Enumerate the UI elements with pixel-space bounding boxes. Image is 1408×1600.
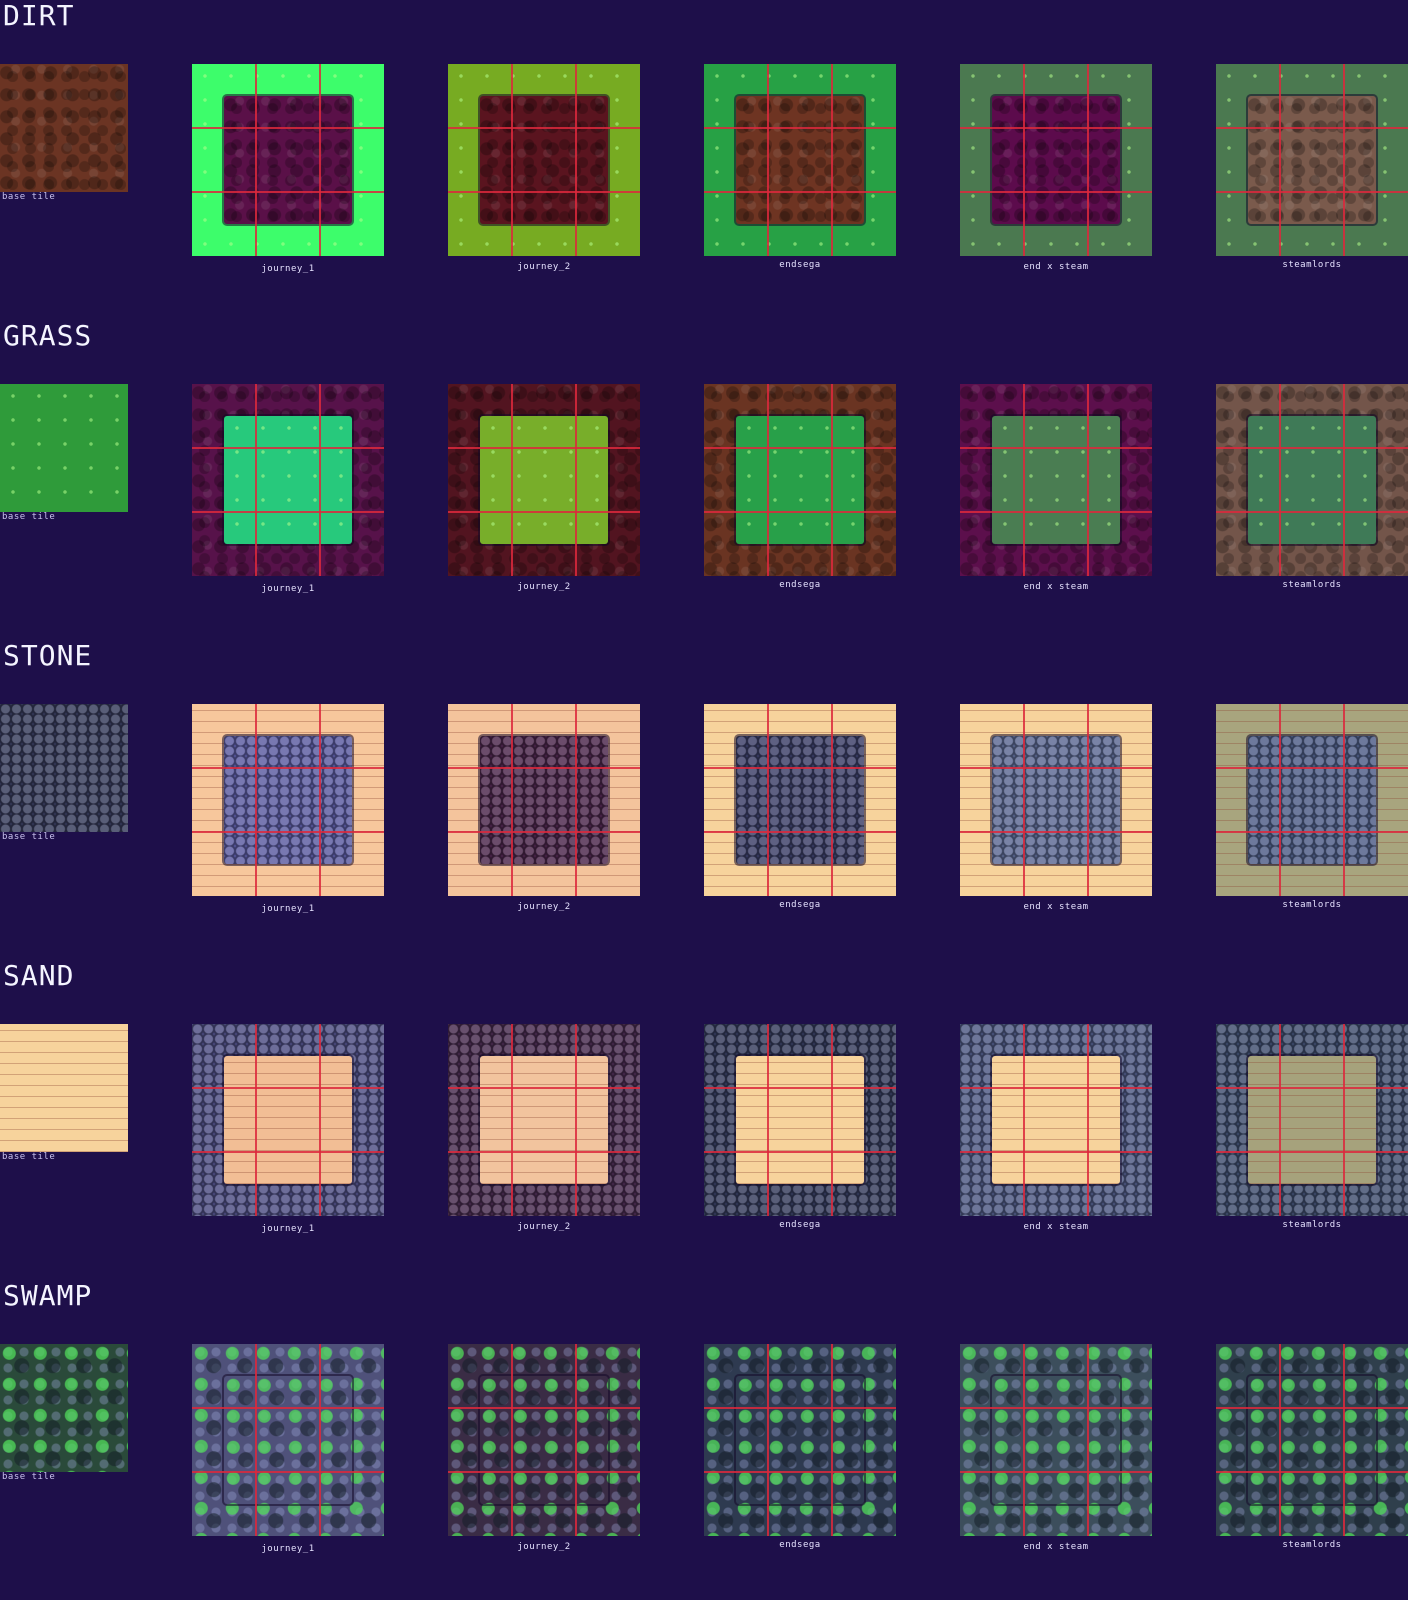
variant-tile: journey_2 xyxy=(448,1024,640,1232)
variant-label: steamlords xyxy=(1282,1540,1342,1550)
variant-tile: end x steam xyxy=(960,704,1152,912)
variant-label: endsega xyxy=(779,900,821,910)
variant-tile: journey_1 xyxy=(192,384,384,594)
base-tile xyxy=(0,1344,128,1472)
section-title: GRASS xyxy=(3,319,93,352)
base-tile xyxy=(0,64,128,192)
variant-label: endsega xyxy=(779,580,821,590)
variant-tile: endsega xyxy=(704,1344,896,1550)
variant-label: end x steam xyxy=(1023,262,1089,272)
variant-label: steamlords xyxy=(1282,580,1342,590)
variant-label: end x steam xyxy=(1023,902,1089,912)
variant-tile: steamlords xyxy=(1216,704,1408,910)
base-tile-label: base tile xyxy=(2,1152,56,1162)
section-dirt: DIRT base tile journey_1 journey_2 endse… xyxy=(0,0,1408,300)
variant-label: journey_1 xyxy=(261,1224,315,1234)
variant-tile: journey_2 xyxy=(448,384,640,592)
variant-label: end x steam xyxy=(1023,1542,1089,1552)
variant-label: steamlords xyxy=(1282,900,1342,910)
variant-tile: journey_1 xyxy=(192,64,384,274)
variant-label: journey_1 xyxy=(261,1544,315,1554)
base-tile xyxy=(0,384,128,512)
variant-tile: steamlords xyxy=(1216,64,1408,270)
variant-label: steamlords xyxy=(1282,1220,1342,1230)
base-tile-label: base tile xyxy=(2,192,56,202)
base-tile xyxy=(0,704,128,832)
variant-label: journey_2 xyxy=(517,582,571,592)
variant-label: steamlords xyxy=(1282,260,1342,270)
variant-tile: journey_1 xyxy=(192,704,384,914)
base-tile-label: base tile xyxy=(2,512,56,522)
variant-label: journey_1 xyxy=(261,904,315,914)
variant-tile: journey_2 xyxy=(448,704,640,912)
variant-tile: end x steam xyxy=(960,1024,1152,1232)
variant-tile: journey_1 xyxy=(192,1344,384,1554)
section-title: DIRT xyxy=(3,0,75,32)
section-grass: GRASS base tile journey_1 journey_2 ends… xyxy=(0,320,1408,620)
variant-tile: end x steam xyxy=(960,384,1152,592)
variant-tile: end x steam xyxy=(960,64,1152,272)
variant-label: journey_2 xyxy=(517,1542,571,1552)
variant-label: journey_1 xyxy=(261,264,315,274)
variant-tile: steamlords xyxy=(1216,384,1408,590)
base-tile xyxy=(0,1024,128,1152)
section-sand: SAND base tile journey_1 journey_2 endse… xyxy=(0,960,1408,1260)
section-title: SAND xyxy=(3,959,75,992)
variant-tile: endsega xyxy=(704,64,896,270)
variant-tile: journey_2 xyxy=(448,1344,640,1552)
section-title: SWAMP xyxy=(3,1279,93,1312)
variant-tile: journey_2 xyxy=(448,64,640,272)
variant-tile: endsega xyxy=(704,1024,896,1230)
variant-label: end x steam xyxy=(1023,1222,1089,1232)
variant-label: journey_2 xyxy=(517,1222,571,1232)
section-stone: STONE base tile journey_1 journey_2 ends… xyxy=(0,640,1408,940)
variant-label: endsega xyxy=(779,1540,821,1550)
variant-tile: steamlords xyxy=(1216,1024,1408,1230)
variant-tile: steamlords xyxy=(1216,1344,1408,1550)
variant-label: journey_2 xyxy=(517,902,571,912)
variant-label: end x steam xyxy=(1023,582,1089,592)
variant-label: journey_2 xyxy=(517,262,571,272)
variant-label: endsega xyxy=(779,260,821,270)
variant-tile: endsega xyxy=(704,384,896,590)
variant-label: endsega xyxy=(779,1220,821,1230)
variant-tile: end x steam xyxy=(960,1344,1152,1552)
section-title: STONE xyxy=(3,639,93,672)
variant-label: journey_1 xyxy=(261,584,315,594)
variant-tile: journey_1 xyxy=(192,1024,384,1234)
base-tile-label: base tile xyxy=(2,1472,56,1482)
variant-tile: endsega xyxy=(704,704,896,910)
section-swamp: SWAMP base tile journey_1 journey_2 ends… xyxy=(0,1280,1408,1580)
base-tile-label: base tile xyxy=(2,832,56,842)
